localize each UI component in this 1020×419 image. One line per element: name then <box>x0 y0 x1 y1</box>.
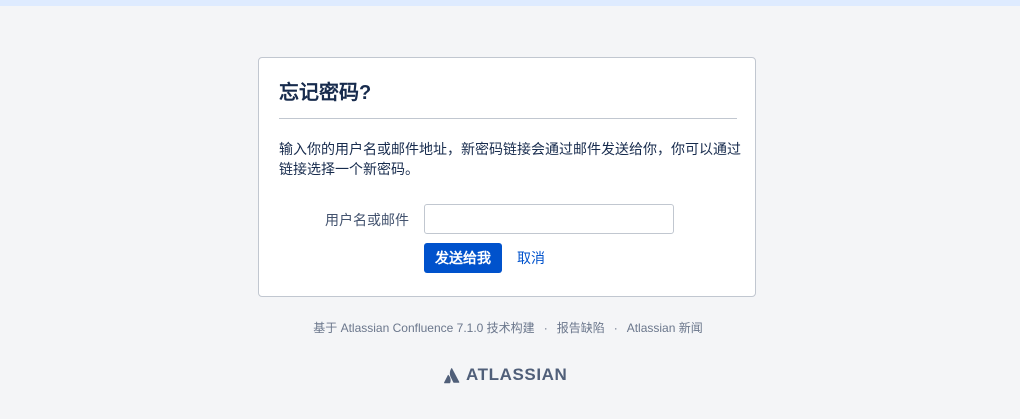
username-field-label: 用户名或邮件 <box>325 212 409 228</box>
atlassian-logo-icon <box>444 367 460 383</box>
footer-separator: · <box>543 321 548 335</box>
atlassian-news-link[interactable]: Atlassian 新闻 <box>627 321 703 335</box>
forgot-password-card: 忘记密码? 输入你的用户名或邮件地址，新密码链接会通过邮件发送给你，你可以通过链… <box>258 57 756 297</box>
title-divider <box>279 118 737 119</box>
cancel-link[interactable]: 取消 <box>517 248 545 268</box>
send-button[interactable]: 发送给我 <box>424 243 502 273</box>
atlassian-wordmark: ATLASSIAN <box>466 365 568 384</box>
atlassian-brand: ATLASSIAN <box>444 364 567 386</box>
footer-links: 基于 Atlassian Confluence 7.1.0 技术构建 · 报告缺陷 ·… <box>0 320 1016 336</box>
username-email-input[interactable] <box>424 204 674 234</box>
instructions-text: 输入你的用户名或邮件地址，新密码链接会通过邮件发送给你，你可以通过链接选择一个新… <box>279 141 741 177</box>
powered-by-link[interactable]: 基于 Atlassian Confluence 7.1.0 技术构建 <box>313 321 534 335</box>
report-bug-link[interactable]: 报告缺陷 <box>557 321 605 335</box>
footer-separator: · <box>613 321 618 335</box>
page-title: 忘记密码? <box>279 82 372 104</box>
top-strip <box>0 0 1020 6</box>
